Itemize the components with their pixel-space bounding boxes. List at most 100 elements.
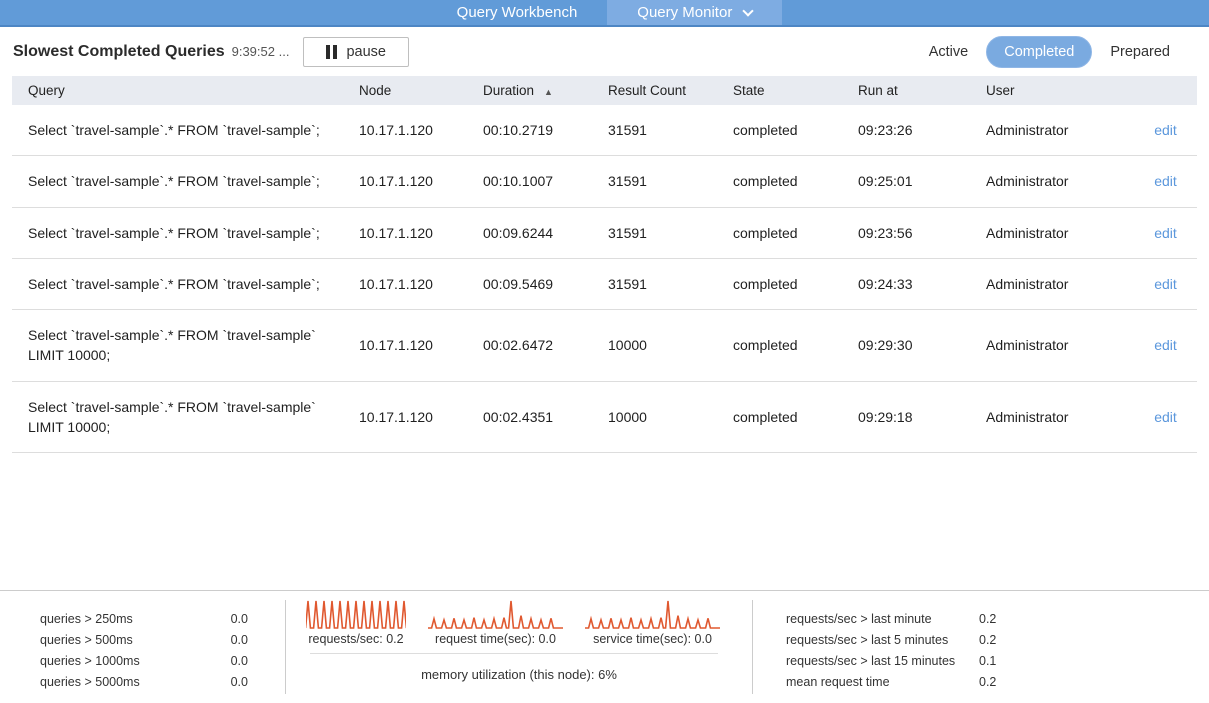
requests-per-sec-chart [306, 599, 406, 629]
queries-table-wrap: Query Node Duration▲ Result Count State … [12, 76, 1197, 453]
tab-query-workbench[interactable]: Query Workbench [427, 0, 608, 25]
tab-query-workbench-label: Query Workbench [457, 4, 578, 21]
page-title: Slowest Completed Queries [13, 43, 225, 61]
cell-node: 10.17.1.120 [359, 310, 483, 382]
query-threshold-stats: queries > 250ms 0.0 queries > 500ms 0.0 … [0, 591, 285, 703]
table-row: Select `travel-sample`.* FROM `travel-sa… [12, 258, 1197, 309]
chevron-down-icon [743, 5, 754, 16]
cell-user: Administrator [986, 156, 1134, 207]
edit-link[interactable]: edit [1154, 122, 1177, 138]
query-state-filters: Active Completed Prepared [917, 36, 1182, 68]
cell-run-at: 09:25:01 [858, 156, 986, 207]
cell-state: completed [733, 310, 858, 382]
column-header-run-at[interactable]: Run at [858, 76, 986, 105]
cell-query: Select `travel-sample`.* FROM `travel-sa… [12, 105, 359, 156]
column-header-duration-label: Duration [483, 83, 534, 98]
stat-value: 0.2 [979, 633, 996, 647]
cell-duration: 00:10.2719 [483, 105, 608, 156]
edit-link[interactable]: edit [1154, 337, 1177, 353]
tab-query-monitor[interactable]: Query Monitor [607, 0, 782, 25]
cell-state: completed [733, 207, 858, 258]
stat-label: requests/sec > last 5 minutes [786, 633, 979, 647]
cell-node: 10.17.1.120 [359, 207, 483, 258]
tab-query-monitor-label: Query Monitor [637, 4, 732, 21]
stat-value: 0.2 [979, 612, 996, 626]
cell-node: 10.17.1.120 [359, 156, 483, 207]
cell-run-at: 09:29:30 [858, 310, 986, 382]
sparkline-label: service time(sec): 0.0 [593, 632, 712, 646]
cell-query: Select `travel-sample`.* FROM `travel-sa… [12, 207, 359, 258]
edit-link[interactable]: edit [1154, 276, 1177, 292]
column-header-result-count[interactable]: Result Count [608, 76, 733, 105]
stat-row: queries > 250ms 0.0 [40, 608, 248, 629]
cell-state: completed [733, 258, 858, 309]
cell-result-count: 31591 [608, 105, 733, 156]
stat-row: queries > 1000ms 0.0 [40, 650, 248, 671]
cell-result-count: 31591 [608, 156, 733, 207]
cell-state: completed [733, 381, 858, 453]
sparkline-label: request time(sec): 0.0 [435, 632, 556, 646]
column-header-node[interactable]: Node [359, 76, 483, 105]
table-row: Select `travel-sample`.* FROM `travel-sa… [12, 381, 1197, 453]
stat-row: queries > 5000ms 0.0 [40, 671, 248, 692]
column-header-actions [1134, 76, 1197, 105]
stat-row: queries > 500ms 0.0 [40, 629, 248, 650]
stat-value: 0.2 [979, 675, 996, 689]
stat-label: mean request time [786, 675, 979, 689]
column-header-user[interactable]: User [986, 76, 1134, 105]
edit-link[interactable]: edit [1154, 173, 1177, 189]
cell-run-at: 09:29:18 [858, 381, 986, 453]
cell-node: 10.17.1.120 [359, 105, 483, 156]
queries-table: Query Node Duration▲ Result Count State … [12, 76, 1197, 453]
filter-prepared[interactable]: Prepared [1098, 37, 1182, 67]
stat-row: requests/sec > last minute 0.2 [786, 608, 1209, 629]
cell-state: completed [733, 156, 858, 207]
cell-query: Select `travel-sample`.* FROM `travel-sa… [12, 156, 359, 207]
cell-duration: 00:02.4351 [483, 381, 608, 453]
stat-value: 0.1 [979, 654, 996, 668]
sort-asc-icon: ▲ [544, 87, 553, 97]
empty-space [0, 453, 1209, 590]
stat-row: requests/sec > last 5 minutes 0.2 [786, 629, 1209, 650]
table-row: Select `travel-sample`.* FROM `travel-sa… [12, 310, 1197, 382]
stat-label: queries > 1000ms [40, 654, 231, 668]
pause-icon [326, 45, 337, 59]
requests-per-sec-sparkline: requests/sec: 0.2 [306, 599, 406, 646]
last-updated-timestamp: 9:39:52 ... [232, 44, 290, 59]
cell-state: completed [733, 105, 858, 156]
table-row: Select `travel-sample`.* FROM `travel-sa… [12, 207, 1197, 258]
column-header-query[interactable]: Query [12, 76, 359, 105]
stat-label: queries > 250ms [40, 612, 231, 626]
cell-user: Administrator [986, 310, 1134, 382]
stat-value: 0.0 [231, 654, 248, 668]
cell-query: Select `travel-sample`.* FROM `travel-sa… [12, 258, 359, 309]
cell-duration: 00:10.1007 [483, 156, 608, 207]
cell-duration: 00:02.6472 [483, 310, 608, 382]
cell-node: 10.17.1.120 [359, 258, 483, 309]
request-time-chart [428, 599, 563, 629]
cell-query: Select `travel-sample`.* FROM `travel-sa… [12, 381, 359, 453]
title-bar: Slowest Completed Queries 9:39:52 ... pa… [0, 27, 1209, 76]
stat-value: 0.0 [231, 612, 248, 626]
stat-label: queries > 500ms [40, 633, 231, 647]
cell-user: Administrator [986, 381, 1134, 453]
cell-duration: 00:09.5469 [483, 258, 608, 309]
cell-user: Administrator [986, 258, 1134, 309]
column-header-duration[interactable]: Duration ▲ [483, 76, 608, 105]
filter-active[interactable]: Active [917, 37, 981, 67]
edit-link[interactable]: edit [1154, 409, 1177, 425]
cell-result-count: 10000 [608, 381, 733, 453]
table-header-row: Query Node Duration▲ Result Count State … [12, 76, 1197, 105]
top-nav-bar: Query Workbench Query Monitor [0, 0, 1209, 27]
table-row: Select `travel-sample`.* FROM `travel-sa… [12, 156, 1197, 207]
edit-link[interactable]: edit [1154, 225, 1177, 241]
cell-user: Administrator [986, 105, 1134, 156]
cell-result-count: 10000 [608, 310, 733, 382]
cell-query: Select `travel-sample`.* FROM `travel-sa… [12, 310, 359, 382]
filter-completed[interactable]: Completed [986, 36, 1092, 68]
stat-row: requests/sec > last 15 minutes 0.1 [786, 650, 1209, 671]
pause-button[interactable]: pause [303, 37, 409, 67]
cell-user: Administrator [986, 207, 1134, 258]
column-header-state[interactable]: State [733, 76, 858, 105]
sparkline-label: requests/sec: 0.2 [308, 632, 403, 646]
